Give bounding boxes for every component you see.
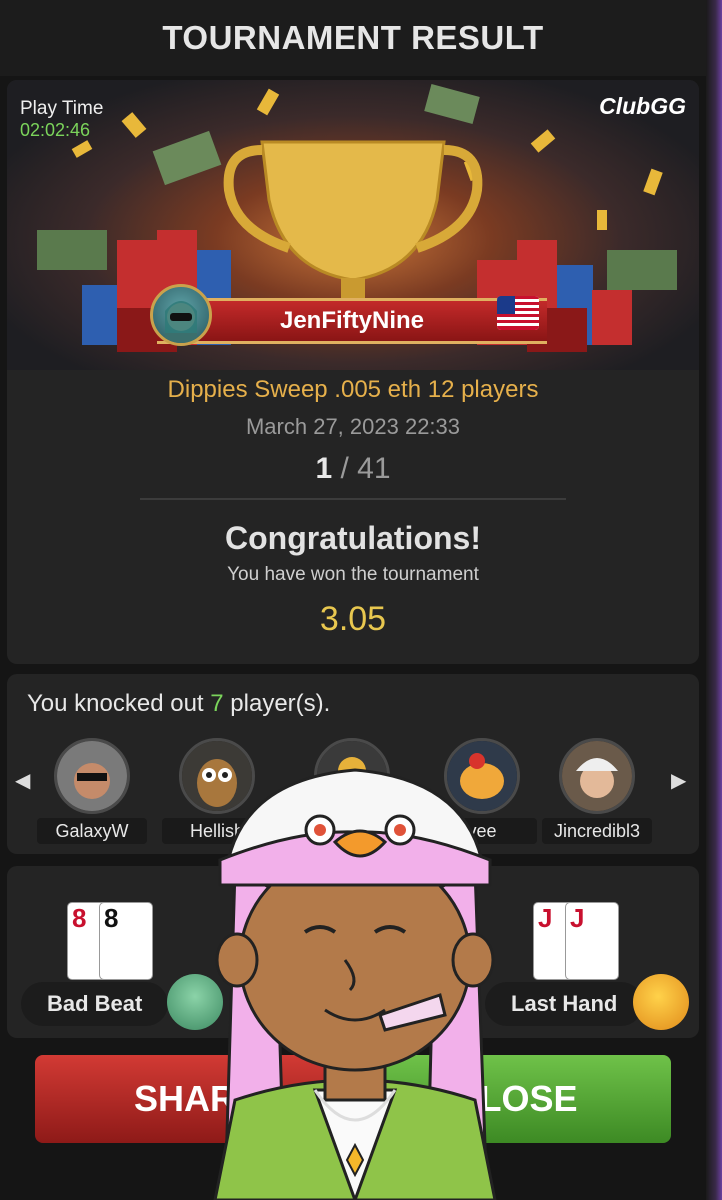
trophy-banner: Play Time 02:02:46 ClubGG JenFiftyNine [7, 80, 699, 370]
playing-card: J [565, 902, 619, 980]
avatar[interactable] [150, 284, 212, 346]
bad-beat-hand[interactable]: 8 8 Bad Beat [21, 890, 223, 1030]
bad-beat-label: Bad Beat [21, 982, 169, 1026]
smirk-emoji-icon [633, 974, 689, 1030]
knockouts-suffix: player(s). [223, 690, 331, 717]
playing-card: 8 [99, 902, 153, 980]
arrow-right-icon[interactable]: ▶ [671, 768, 686, 793]
us-flag-icon [497, 296, 539, 330]
player-name: Jincredibl3 [542, 818, 652, 844]
last-hand[interactable]: J J Last Hand [485, 890, 695, 1030]
clubgg-logo: ClubGG [599, 93, 686, 119]
result-card: Play Time 02:02:46 ClubGG JenFiftyNine D… [7, 80, 699, 664]
ribbon-body: JenFiftyNine [157, 298, 547, 344]
won-subtitle: You have won the tournament [227, 564, 479, 585]
rank-place: 1 [315, 452, 333, 485]
tournament-name: Dippies Sweep .005 eth 12 players [167, 376, 539, 403]
knockouts-prefix: You knocked out [27, 690, 211, 717]
divider [140, 498, 566, 500]
page-title: TOURNAMENT RESULT [0, 0, 706, 76]
knockouts-count: 7 [210, 690, 224, 717]
tournament-date: March 27, 2023 22:33 [245, 414, 461, 439]
rank-total: / 41 [332, 452, 391, 485]
knocked-player[interactable]: GalaxyW [37, 738, 147, 848]
play-time-label: Play Time [20, 98, 104, 119]
final-rank: 1 / 41 [7, 452, 699, 486]
player-avatar [54, 738, 130, 814]
knocked-player[interactable]: Jincredibl3 [542, 738, 652, 848]
winner-name: JenFiftyNine [279, 307, 425, 334]
player-name: GalaxyW [37, 818, 147, 844]
congrats-heading: Congratulations! [225, 520, 481, 556]
knockouts-text: You knocked out 7 player(s). [27, 690, 330, 718]
prize-amount: 3.05 [319, 600, 387, 638]
arrow-left-icon[interactable]: ◀ [15, 768, 30, 793]
player-avatar [559, 738, 635, 814]
play-time-value: 02:02:46 [20, 120, 91, 140]
penguin-hat-character-sticker [213, 768, 497, 1200]
background-strip [706, 0, 722, 1200]
